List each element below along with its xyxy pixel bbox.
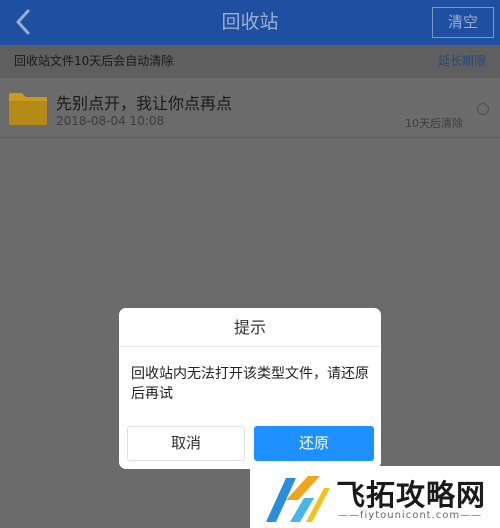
clear-button[interactable]: 清空 (432, 7, 494, 38)
file-name: 先别点开，我让你点再点 (56, 94, 233, 113)
watermark-logo (266, 476, 330, 522)
dialog-message: 回收站内无法打开该类型文件，请还原后再试 (131, 366, 369, 402)
watermark-url: ——fiytounicont.com—— (338, 510, 483, 521)
app-header: 回收站 清空 (0, 0, 500, 45)
file-row[interactable]: 先别点开，我让你点再点 2018-08-04 10:08 10天后清除 (0, 78, 500, 138)
folder-icon (9, 93, 47, 125)
dialog-divider (119, 346, 381, 347)
file-select-radio[interactable] (477, 103, 489, 115)
notice-bar: 回收站文件10天后会自动清除 延长期限 (0, 45, 500, 78)
watermark-text: 飞拓攻略网 (336, 478, 487, 512)
watermark: 飞拓攻略网 ——fiytounicont.com—— (250, 466, 500, 528)
expire-label: 10天后清除 (405, 117, 463, 130)
dialog-title: 提示 (233, 318, 266, 337)
page-title: 回收站 (221, 11, 279, 33)
extend-period-link[interactable]: 延长期限 (438, 45, 486, 78)
cancel-button[interactable]: 取消 (127, 426, 245, 461)
file-date: 2018-08-04 10:08 (56, 114, 165, 128)
auto-clear-notice: 回收站文件10天后会自动清除 (14, 54, 174, 68)
prompt-dialog: 提示 回收站内无法打开该类型文件，请还原后再试 取消 还原 (119, 308, 381, 469)
restore-button[interactable]: 还原 (254, 426, 374, 461)
